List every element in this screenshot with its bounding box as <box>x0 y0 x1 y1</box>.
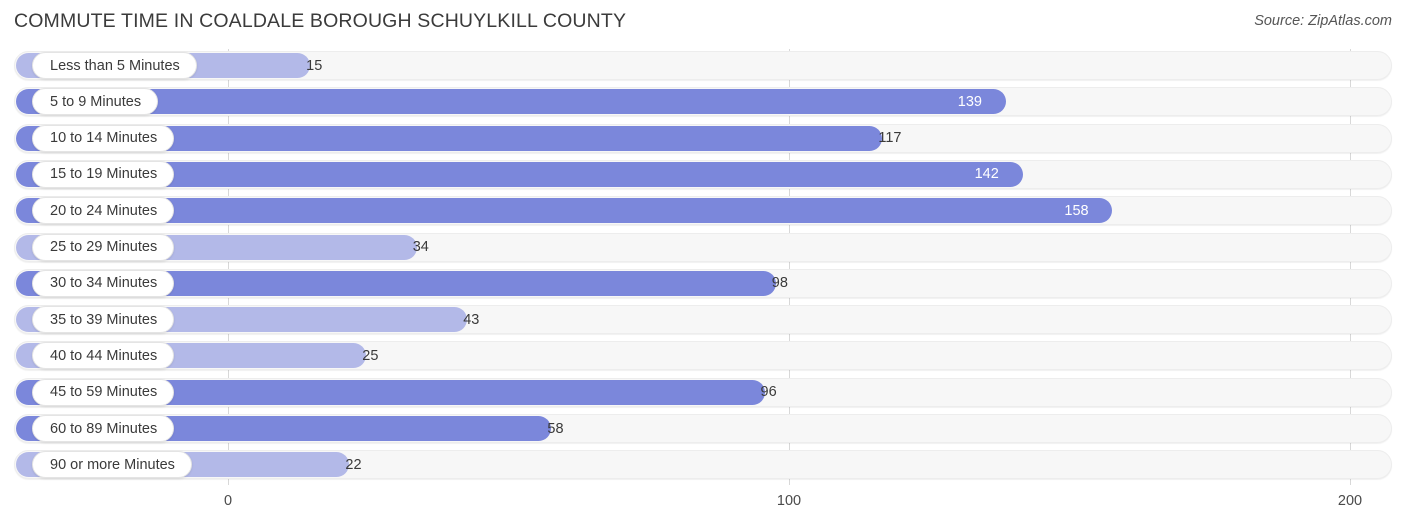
chart-plot-area: Less than 5 Minutes 15 5 to 9 Minutes 139 10… <box>0 46 1406 487</box>
bar-category-label: 35 to 39 Minutes <box>32 306 175 334</box>
bar-value-label: 22 <box>345 456 362 473</box>
bar-category-label: 10 to 14 Minutes <box>32 124 175 152</box>
bar-row[interactable]: Less than 5 Minutes 15 <box>14 51 1392 80</box>
x-tick-label: 200 <box>1337 493 1363 509</box>
bar-row[interactable]: 30 to 34 Minutes 98 <box>14 268 1392 298</box>
bar-row[interactable]: 60 to 89 Minutes 58 <box>14 414 1392 443</box>
x-axis: 0 100 200 <box>0 487 1406 523</box>
bar-value-label: 58 <box>547 420 564 437</box>
bar-category-label: 45 to 59 Minutes <box>32 378 175 406</box>
bar-row[interactable]: 10 to 14 Minutes 117 <box>14 123 1392 153</box>
bar-value-label: 158 <box>1064 202 1089 219</box>
bar-value-label: 96 <box>760 384 777 401</box>
bar-category-label: 40 to 44 Minutes <box>32 342 175 370</box>
bar-category-label: Less than 5 Minutes <box>32 52 197 79</box>
bar-value-label: 117 <box>878 130 902 147</box>
page-title: COMMUTE TIME IN COALDALE BOROUGH SCHUYLK… <box>14 10 627 32</box>
bar-row[interactable]: 90 or more Minutes 22 <box>14 450 1392 480</box>
x-tick-label: 100 <box>776 493 802 509</box>
bar-category-label: 15 to 19 Minutes <box>32 160 175 188</box>
bar-category-label: 60 to 89 Minutes <box>32 415 175 442</box>
bar-value-label: 142 <box>974 166 999 183</box>
bar-value-label: 139 <box>957 93 982 110</box>
bar-category-label: 90 or more Minutes <box>32 451 192 479</box>
bar-value-label: 25 <box>362 347 379 364</box>
bar-row[interactable]: 20 to 24 Minutes 158 <box>14 196 1392 226</box>
bar-category-label: 5 to 9 Minutes <box>32 88 159 116</box>
bar-row[interactable]: 25 to 29 Minutes 34 <box>14 232 1392 262</box>
bar-row[interactable]: 35 to 39 Minutes 43 <box>14 305 1392 335</box>
bar-value-label: 15 <box>306 57 323 74</box>
bar-category-label: 25 to 29 Minutes <box>32 233 175 261</box>
bar-value-label: 98 <box>771 275 788 292</box>
bar-value-label: 43 <box>463 311 480 328</box>
bar-row[interactable]: 45 to 59 Minutes 96 <box>14 377 1392 407</box>
bar-category-label: 20 to 24 Minutes <box>32 197 175 225</box>
bar-row[interactable]: 5 to 9 Minutes 139 <box>14 87 1392 117</box>
bar-row[interactable]: 15 to 19 Minutes 142 <box>14 159 1392 189</box>
bar-value-label: 34 <box>412 239 429 255</box>
bar-fill <box>16 198 1113 224</box>
source-attribution: Source: ZipAtlas.com <box>1254 13 1392 29</box>
x-tick-label: 0 <box>223 493 233 509</box>
bar-row[interactable]: 40 to 44 Minutes 25 <box>14 341 1392 371</box>
bar-fill <box>16 89 1006 115</box>
chart-header: COMMUTE TIME IN COALDALE BOROUGH SCHUYLK… <box>0 0 1406 46</box>
bar-category-label: 30 to 34 Minutes <box>32 269 175 297</box>
